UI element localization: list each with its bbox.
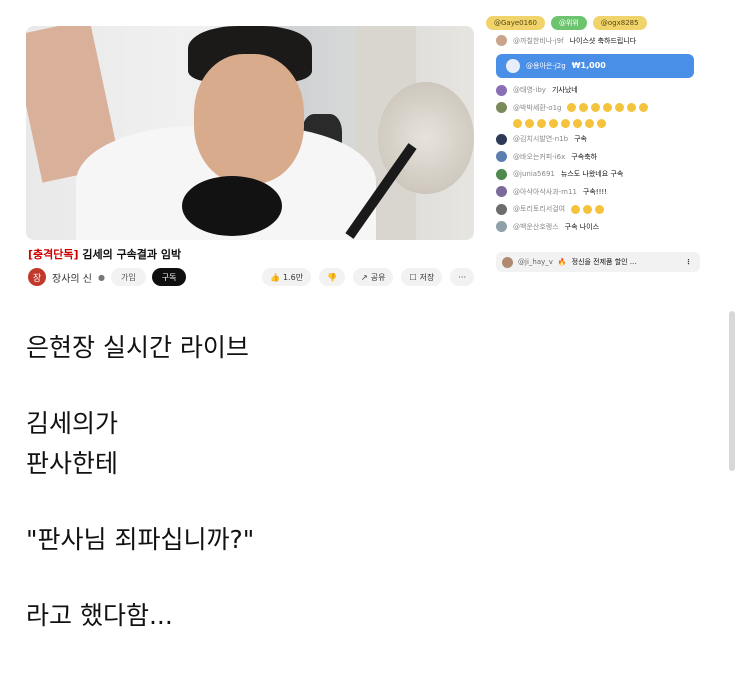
more-vert-icon[interactable]: ⋮	[685, 258, 692, 266]
caption-line: 김세의가	[26, 409, 119, 438]
page-scrollbar[interactable]	[729, 311, 735, 471]
chat-author: @김치시발연-n1b	[513, 135, 569, 144]
caption-line: 라고 했다함...	[26, 601, 173, 630]
user-avatar	[496, 221, 507, 233]
chat-message: @토리토리서걸여	[486, 201, 710, 219]
chat-author: @junia5691	[513, 170, 555, 179]
user-avatar	[496, 35, 507, 47]
title-text: 김세의 구속결과 임박	[78, 248, 182, 261]
user-avatar	[496, 84, 507, 96]
caption-line: 은현장 실시간 라이브	[26, 333, 249, 362]
superchat-author: @용아은-j2g	[526, 61, 566, 70]
chat-top-chips: @Gaye0160 @위위 @ogx8285	[486, 16, 710, 32]
chat-author: @태영-iby	[513, 86, 546, 95]
user-avatar	[496, 102, 507, 114]
dislike-button[interactable]: 👎	[319, 268, 346, 286]
chat-text: 구속축하	[571, 152, 598, 161]
emoji-row	[486, 117, 710, 131]
pinned-message[interactable]: @ji_hay_v 🔥 정신을 전제품 할인 ... ⋮	[496, 252, 700, 272]
share-button[interactable]: ↗ 공유	[353, 268, 394, 286]
channel-name[interactable]: 장사의 신	[52, 270, 92, 285]
user-avatar	[496, 133, 507, 145]
thumbs-down-icon: 👎	[327, 272, 338, 282]
chat-message: @박박세환-o1g	[486, 99, 710, 117]
chat-author: @까칠한비나-j9f	[513, 36, 564, 45]
chat-message: @태영-iby 기사났네	[486, 82, 710, 100]
title-prefix: [충격단독]	[28, 248, 79, 261]
caption-line: "판사님 죄파십니까?"	[26, 525, 255, 554]
chat-text: 나이스샷 축하드립니다	[569, 36, 637, 45]
chat-author: @아삭아삭사과-m11	[513, 187, 577, 196]
chat-chip[interactable]: @ogx8285	[592, 16, 647, 30]
user-avatar	[506, 58, 520, 73]
superchat-message[interactable]: @용아은-j2g ₩1,000	[496, 53, 694, 78]
save-label: 저장	[419, 272, 435, 282]
chat-text: 뉴스도 나왔네요 구속	[560, 170, 624, 179]
video-title: [충격단독] 김세의 구속결과 임박	[28, 246, 181, 262]
pinned-author: @ji_hay_v	[518, 258, 553, 266]
thumbs-up-icon: 👍	[270, 272, 280, 282]
chat-text: 구속!!!!	[582, 187, 608, 196]
fire-icon: 🔥	[557, 258, 567, 266]
chat-message: @김치시발연-n1b 구속	[486, 131, 710, 149]
chat-message: @바오는커피-i6x 구속축하	[486, 148, 710, 166]
like-count: 1.6만	[282, 272, 304, 282]
microphone	[182, 176, 282, 236]
video-actions: 👍 1.6만 👎 ↗ 공유 ☐ 저장 ···	[262, 268, 475, 286]
join-button[interactable]: 가입	[110, 268, 146, 286]
chat-message: @아삭아삭사과-m11 구속!!!!	[486, 183, 710, 201]
user-avatar	[496, 186, 507, 198]
verified-icon: ●	[97, 272, 105, 282]
user-avatar	[496, 203, 507, 215]
chat-author: @백운산호랭스	[513, 222, 559, 231]
channel-row: 장 장사의 신 ● 가입 구독	[28, 267, 187, 287]
channel-avatar[interactable]: 장	[28, 268, 46, 286]
chat-message: @junia5691 뉴스도 나왔네요 구속	[486, 166, 710, 184]
share-icon: ↗	[361, 272, 368, 282]
superchat-amount: ₩1,000	[571, 61, 606, 70]
chat-text: 구속	[574, 135, 587, 144]
user-avatar	[496, 151, 507, 163]
emoji-icon	[571, 204, 607, 214]
user-avatar	[502, 256, 513, 268]
screenshot-panel: [충격단독] 김세의 구속결과 임박 장 장사의 신 ● 가입 구독 👍 1.6만…	[0, 0, 756, 290]
chat-author: @토리토리서걸여	[513, 205, 566, 214]
subscribe-button[interactable]: 구독	[151, 268, 187, 286]
caption-line: 판사한테	[26, 449, 119, 478]
more-button[interactable]: ···	[450, 268, 475, 286]
chat-text: 구속 나이스	[564, 222, 600, 231]
save-button[interactable]: ☐ 저장	[401, 268, 443, 286]
save-icon: ☐	[409, 272, 417, 282]
chat-author: @바오는커피-i6x	[513, 152, 566, 161]
person-face	[194, 54, 304, 184]
chat-text: 기사났네	[551, 86, 578, 95]
chat-chip[interactable]: @위위	[550, 16, 587, 30]
share-label: 공유	[370, 272, 386, 282]
user-avatar	[496, 168, 507, 180]
emoji-icon	[567, 103, 651, 113]
chat-message: @백운산호랭스 구속 나이스	[486, 218, 710, 236]
chat-chip[interactable]: @Gaye0160	[486, 16, 545, 30]
chat-message: @까칠한비나-j9f 나이스샷 축하드립니다	[486, 32, 710, 50]
video-player[interactable]	[26, 26, 474, 240]
live-chat: @Gaye0160 @위위 @ogx8285 @까칠한비나-j9f 나이스샷 축…	[486, 16, 710, 278]
chat-author: @박박세환-o1g	[513, 103, 562, 112]
pinned-text: 정신을 전제품 할인 ...	[571, 258, 637, 266]
like-button[interactable]: 👍 1.6만	[262, 268, 312, 286]
